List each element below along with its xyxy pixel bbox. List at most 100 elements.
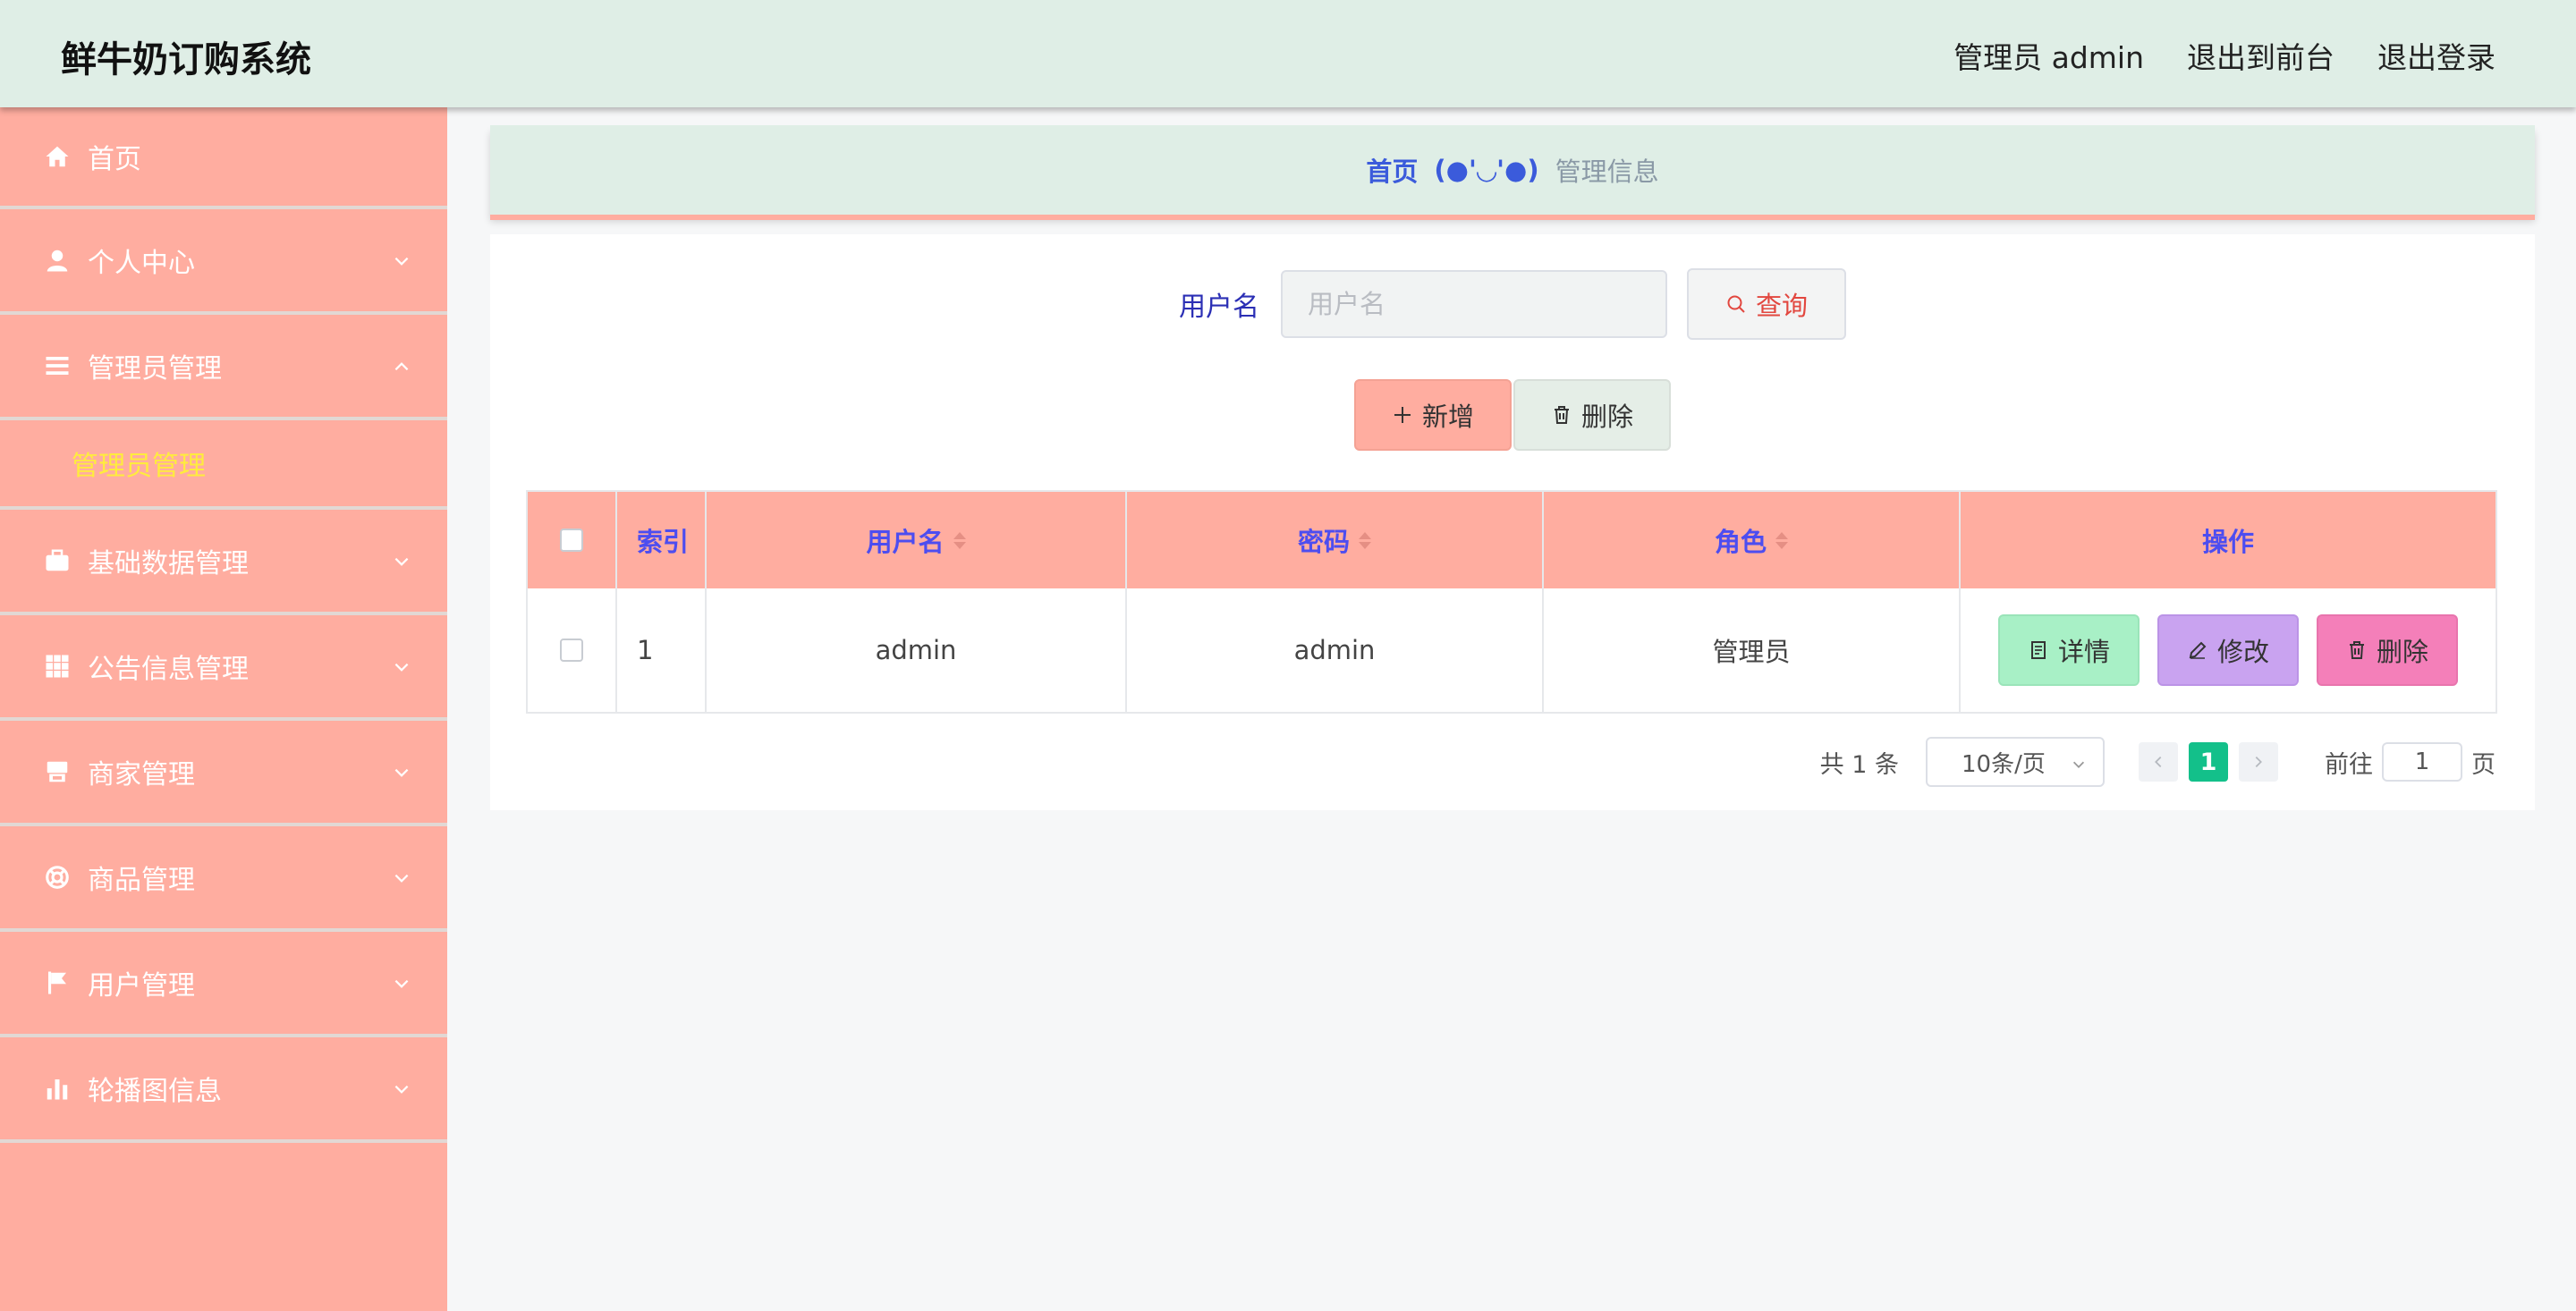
search-label: 用户名 [1179,292,1259,323]
edit-button-label: 修改 [2216,637,2269,667]
query-button[interactable]: 查询 [1687,268,1846,340]
total-count: 共 1 条 [1819,750,1899,779]
sort-icon[interactable] [953,531,966,549]
batch-delete-label: 删除 [1580,402,1633,432]
sidebar-item-label: 商品管理 [88,865,195,896]
trash-icon [2349,641,2364,659]
sidebar-item-label: 轮播图信息 [88,1076,222,1107]
goto-page-input[interactable] [2382,742,2462,782]
detail-button-label: 详情 [2057,637,2110,667]
query-button-label: 查询 [1755,291,1808,321]
logout-link[interactable]: 退出登录 [2377,34,2496,77]
edit-button[interactable]: 修改 [2157,614,2299,686]
admin-table: 索引 用户名 密码 角色 操作 1 admin admin 管理员 详情 修改 … [526,490,2497,714]
sidebar-item-label: 用户管理 [88,970,195,1002]
sidebar: 首页 个人中心 管理员管理 管理员管理 基础数据管理 公告信息管理 商家管理 商… [0,107,447,1311]
sidebar-item-announcements[interactable]: 公告信息管理 [0,615,447,721]
main-panel: 用户名 查询 新增 删除 索引 用户名 密码 [490,234,2535,810]
sidebar-item-admin-management[interactable]: 管理员管理 [0,315,447,420]
sort-icon[interactable] [1775,531,1788,549]
sort-icon[interactable] [1359,531,1371,549]
username-search-input[interactable] [1281,270,1667,338]
page-size-value: 10条/页 [1962,750,2046,778]
document-icon [2030,641,2046,659]
exit-to-front-link[interactable]: 退出到前台 [2187,34,2334,77]
admin-user-label[interactable]: 管理员 admin [1953,34,2144,77]
sidebar-item-home[interactable]: 首页 [0,107,447,209]
sidebar-subitem-admin-management[interactable]: 管理员管理 [0,420,447,510]
chevron-down-icon [2072,761,2085,768]
table-header-row: 索引 用户名 密码 角色 操作 [528,492,2496,588]
table-body: 1 admin admin 管理员 详情 修改 删除 [528,588,2496,712]
delete-button-label: 删除 [2376,637,2428,667]
sidebar-item-label: 基础数据管理 [88,548,249,579]
breadcrumb-separator: (●'◡'●) [1434,155,1539,185]
lifebuoy-icon [43,863,72,892]
page-suffix: 页 [2471,750,2496,779]
next-page-button[interactable] [2239,742,2278,782]
batch-delete-button[interactable]: 删除 [1513,379,1671,451]
page-size-select[interactable]: 10条/页 [1926,737,2105,787]
row-select [528,588,617,712]
table-row: 1 admin admin 管理员 详情 修改 删除 [528,588,2496,712]
header-password-label: 密码 [1297,527,1350,557]
header-select-all [528,492,617,588]
breadcrumb: 首页 (●'◡'●) 管理信息 [490,125,2535,215]
header-actions: 操作 [2201,527,2254,557]
sidebar-item-products[interactable]: 商品管理 [0,826,447,932]
header-role[interactable]: 角色 [1544,492,1961,588]
grid-icon [43,652,72,681]
header-username[interactable]: 用户名 [707,492,1127,588]
delete-button[interactable]: 删除 [2317,614,2458,686]
chevron-down-icon [394,979,409,988]
pencil-icon [2189,641,2207,659]
list-icon [43,351,72,380]
shop-icon [43,757,72,786]
sidebar-item-label: 个人中心 [88,248,195,279]
app-title: 鲜牛奶订购系统 [61,39,311,80]
chevron-down-icon [394,257,409,266]
sidebar-item-label: 首页 [88,144,141,175]
header-actions: 管理员 admin 退出到前台 退出登录 [1953,34,2496,77]
breadcrumb-current: 管理信息 [1555,156,1659,187]
cell-index: 1 [617,588,707,712]
chevron-down-icon [394,663,409,672]
sidebar-item-label: 公告信息管理 [88,654,249,685]
sidebar-item-carousel[interactable]: 轮播图信息 [0,1037,447,1143]
detail-button[interactable]: 详情 [1998,614,2140,686]
cell-username: admin [707,588,1127,712]
home-icon [43,142,72,171]
flag-icon [43,968,72,997]
top-bar: 鲜牛奶订购系统 管理员 admin 退出到前台 退出登录 [0,0,2576,107]
row-checkbox[interactable] [560,639,583,662]
action-bar: 新增 删除 [490,379,2535,451]
chevron-left-icon [2155,756,2162,768]
bar-chart-icon [43,1074,72,1103]
cell-actions: 详情 修改 删除 [1961,588,2496,712]
user-icon [43,246,72,275]
breadcrumb-home[interactable]: 首页 [1366,151,1418,189]
sidebar-item-basic-data[interactable]: 基础数据管理 [0,510,447,615]
sidebar-item-label: 商家管理 [88,759,195,791]
sidebar-item-personal-center[interactable]: 个人中心 [0,209,447,315]
page-number-current[interactable]: 1 [2189,742,2228,782]
chevron-right-icon [2255,756,2262,768]
sidebar-item-merchants[interactable]: 商家管理 [0,721,447,826]
add-button-label: 新增 [1421,402,1474,432]
select-all-checkbox[interactable] [560,529,583,552]
header-password[interactable]: 密码 [1127,492,1544,588]
header-username-label: 用户名 [866,527,945,557]
chevron-down-icon [394,1085,409,1094]
sidebar-item-label: 管理员管理 [88,353,222,385]
chevron-down-icon [394,557,409,566]
cell-role: 管理员 [1544,588,1961,712]
briefcase-icon [43,546,72,575]
add-button[interactable]: 新增 [1354,379,1512,451]
chevron-down-icon [394,874,409,883]
cell-password: admin [1127,588,1544,712]
search-bar: 用户名 查询 [490,268,2535,340]
search-icon [1727,295,1745,313]
sidebar-item-users[interactable]: 用户管理 [0,932,447,1037]
plus-icon [1394,407,1411,423]
prev-page-button[interactable] [2139,742,2178,782]
